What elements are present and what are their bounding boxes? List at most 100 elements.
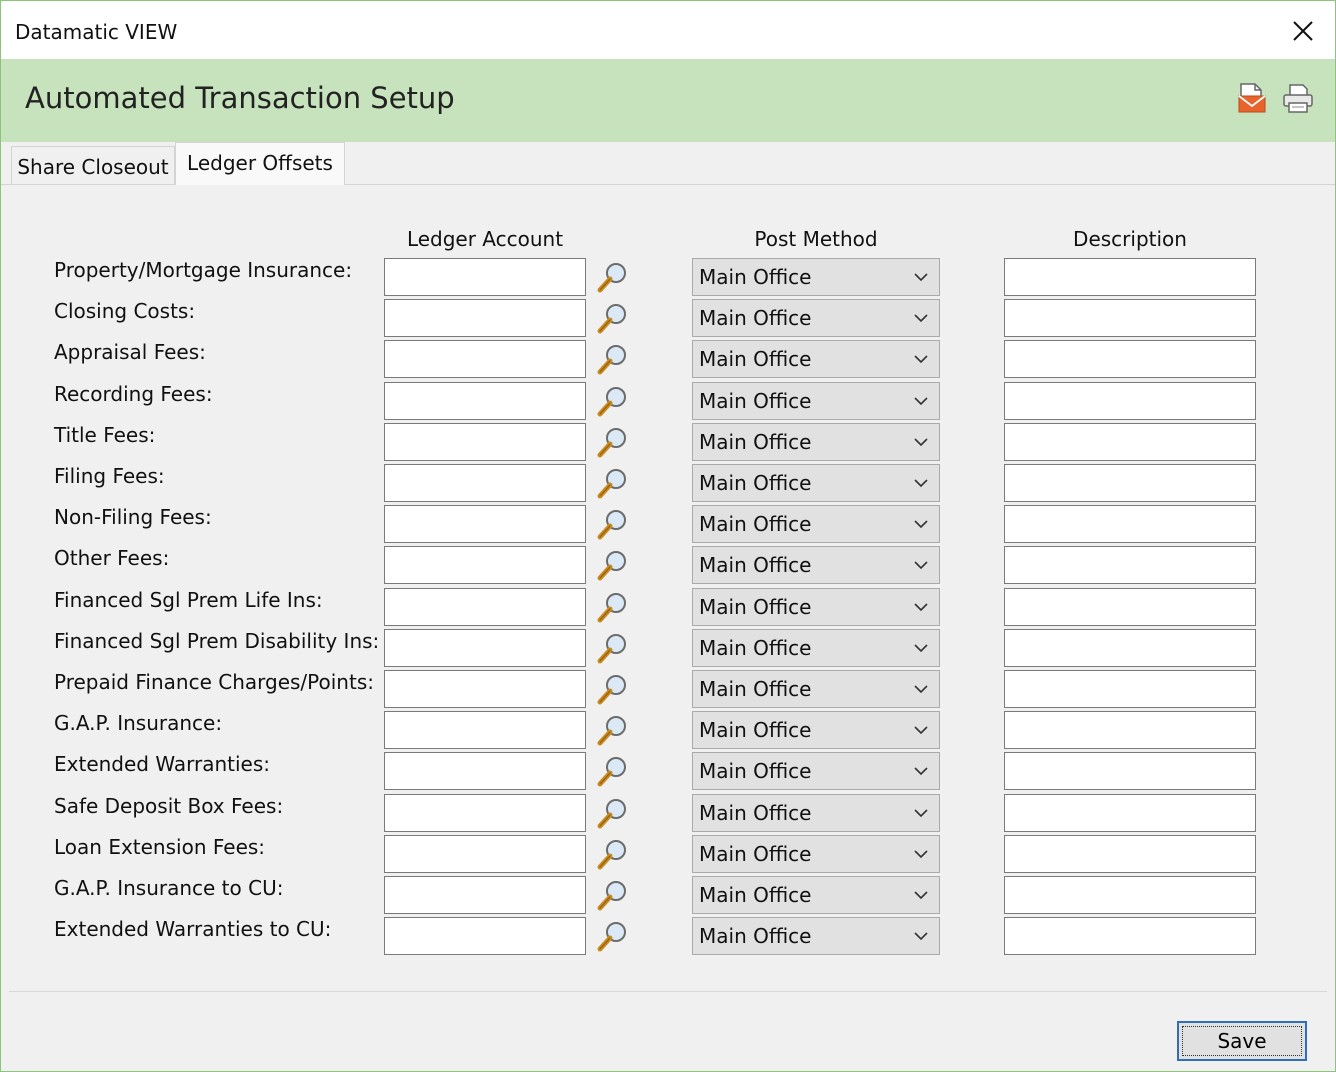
description-input[interactable] xyxy=(1004,258,1256,296)
post-method-value: Main Office xyxy=(699,471,812,495)
description-input[interactable] xyxy=(1004,299,1256,338)
ledger-account-input[interactable] xyxy=(384,876,586,914)
post-method-select[interactable]: Main Office xyxy=(692,587,940,626)
post-method-select[interactable]: Main Office xyxy=(692,422,940,461)
column-header-description: Description xyxy=(1073,227,1187,251)
search-icon[interactable] xyxy=(595,466,631,502)
post-method-select[interactable]: Main Office xyxy=(692,464,940,502)
chevron-down-icon xyxy=(914,850,928,858)
ledger-account-input[interactable] xyxy=(384,711,586,750)
row-label: Financed Sgl Prem Disability Ins: xyxy=(54,628,380,653)
tab-share-closeout[interactable]: Share Closeout xyxy=(11,146,175,184)
post-method-value: Main Office xyxy=(699,759,812,784)
ledger-account-input[interactable] xyxy=(384,670,586,708)
chevron-down-icon xyxy=(914,603,928,611)
search-icon[interactable] xyxy=(595,837,631,873)
search-icon[interactable] xyxy=(595,631,631,667)
chevron-down-icon xyxy=(914,397,928,405)
ledger-account-input[interactable] xyxy=(384,299,586,338)
search-icon[interactable] xyxy=(595,796,631,832)
search-icon[interactable] xyxy=(595,548,631,584)
post-method-select[interactable]: Main Office xyxy=(692,834,940,873)
description-input[interactable] xyxy=(1004,505,1256,544)
search-icon[interactable] xyxy=(595,260,631,296)
post-method-value: Main Office xyxy=(699,883,812,907)
description-input[interactable] xyxy=(1004,752,1256,791)
search-icon[interactable] xyxy=(595,507,631,543)
post-method-select[interactable]: Main Office xyxy=(692,381,940,420)
post-method-select[interactable]: Main Office xyxy=(692,340,940,379)
post-method-select[interactable]: Main Office xyxy=(692,505,940,544)
search-icon[interactable] xyxy=(595,425,631,461)
description-input[interactable] xyxy=(1004,422,1256,461)
printer-icon[interactable] xyxy=(1281,81,1315,115)
description-input[interactable] xyxy=(1004,546,1256,585)
search-icon[interactable] xyxy=(595,878,631,914)
ledger-account-input[interactable] xyxy=(384,505,586,544)
row-label: G.A.P. Insurance: xyxy=(54,711,223,736)
offset-row: Non-Filing Fees: Main Office xyxy=(9,505,1327,546)
ledger-account-input[interactable] xyxy=(384,381,586,420)
ledger-account-input[interactable] xyxy=(384,834,586,873)
search-icon[interactable] xyxy=(595,919,631,955)
ledger-account-input[interactable] xyxy=(384,258,586,296)
post-method-select[interactable]: Main Office xyxy=(692,752,940,791)
title-bar: Datamatic VIEW xyxy=(1,1,1335,59)
ledger-account-input[interactable] xyxy=(384,628,586,667)
post-method-select[interactable]: Main Office xyxy=(692,258,940,296)
description-input[interactable] xyxy=(1004,917,1256,956)
post-method-select[interactable]: Main Office xyxy=(692,917,940,956)
post-method-value: Main Office xyxy=(699,553,812,578)
ledger-account-input[interactable] xyxy=(384,793,586,832)
post-method-value: Main Office xyxy=(699,265,812,289)
search-icon[interactable] xyxy=(595,342,631,378)
close-icon[interactable] xyxy=(1291,19,1315,43)
ledger-account-input[interactable] xyxy=(384,546,586,585)
offset-row: Safe Deposit Box Fees: Main Office xyxy=(9,793,1327,835)
description-input[interactable] xyxy=(1004,628,1256,667)
row-label: Non-Filing Fees: xyxy=(54,505,212,530)
description-input[interactable] xyxy=(1004,587,1256,626)
post-method-value: Main Office xyxy=(699,429,812,454)
description-input[interactable] xyxy=(1004,670,1256,708)
row-label: Extended Warranties: xyxy=(54,752,270,777)
chevron-down-icon xyxy=(914,314,928,323)
post-method-select[interactable]: Main Office xyxy=(692,299,940,338)
post-method-select[interactable]: Main Office xyxy=(692,711,940,750)
post-method-select[interactable]: Main Office xyxy=(692,546,940,585)
ledger-offsets-panel: Ledger Account Post Method Description P… xyxy=(9,185,1327,991)
search-icon[interactable] xyxy=(595,672,631,708)
envelope-export-icon[interactable] xyxy=(1235,81,1269,115)
ledger-account-input[interactable] xyxy=(384,422,586,461)
description-input[interactable] xyxy=(1004,711,1256,750)
description-input[interactable] xyxy=(1004,834,1256,873)
post-method-select[interactable]: Main Office xyxy=(692,628,940,667)
ledger-account-input[interactable] xyxy=(384,917,586,956)
row-label: Safe Deposit Box Fees: xyxy=(54,793,284,818)
description-input[interactable] xyxy=(1004,464,1256,502)
chevron-down-icon xyxy=(914,520,928,529)
search-icon[interactable] xyxy=(595,301,631,337)
ledger-account-input[interactable] xyxy=(384,464,586,502)
post-method-value: Main Office xyxy=(699,841,812,866)
description-input[interactable] xyxy=(1004,340,1256,379)
description-input[interactable] xyxy=(1004,793,1256,832)
search-icon[interactable] xyxy=(595,384,631,420)
offset-row: Closing Costs: Main Office xyxy=(9,299,1327,340)
search-icon[interactable] xyxy=(595,713,631,749)
search-icon[interactable] xyxy=(595,754,631,790)
post-method-value: Main Office xyxy=(699,800,812,825)
tab-ledger-offsets[interactable]: Ledger Offsets xyxy=(175,142,345,185)
ledger-account-input[interactable] xyxy=(384,752,586,791)
description-input[interactable] xyxy=(1004,876,1256,914)
post-method-select[interactable]: Main Office xyxy=(692,793,940,832)
description-input[interactable] xyxy=(1004,381,1256,420)
ledger-account-input[interactable] xyxy=(384,340,586,379)
post-method-select[interactable]: Main Office xyxy=(692,876,940,914)
window-title: Datamatic VIEW xyxy=(15,20,178,44)
row-label: Title Fees: xyxy=(54,422,156,447)
ledger-account-input[interactable] xyxy=(384,587,586,626)
post-method-select[interactable]: Main Office xyxy=(692,670,940,708)
search-icon[interactable] xyxy=(595,590,631,626)
save-button[interactable]: Save xyxy=(1177,1021,1307,1061)
